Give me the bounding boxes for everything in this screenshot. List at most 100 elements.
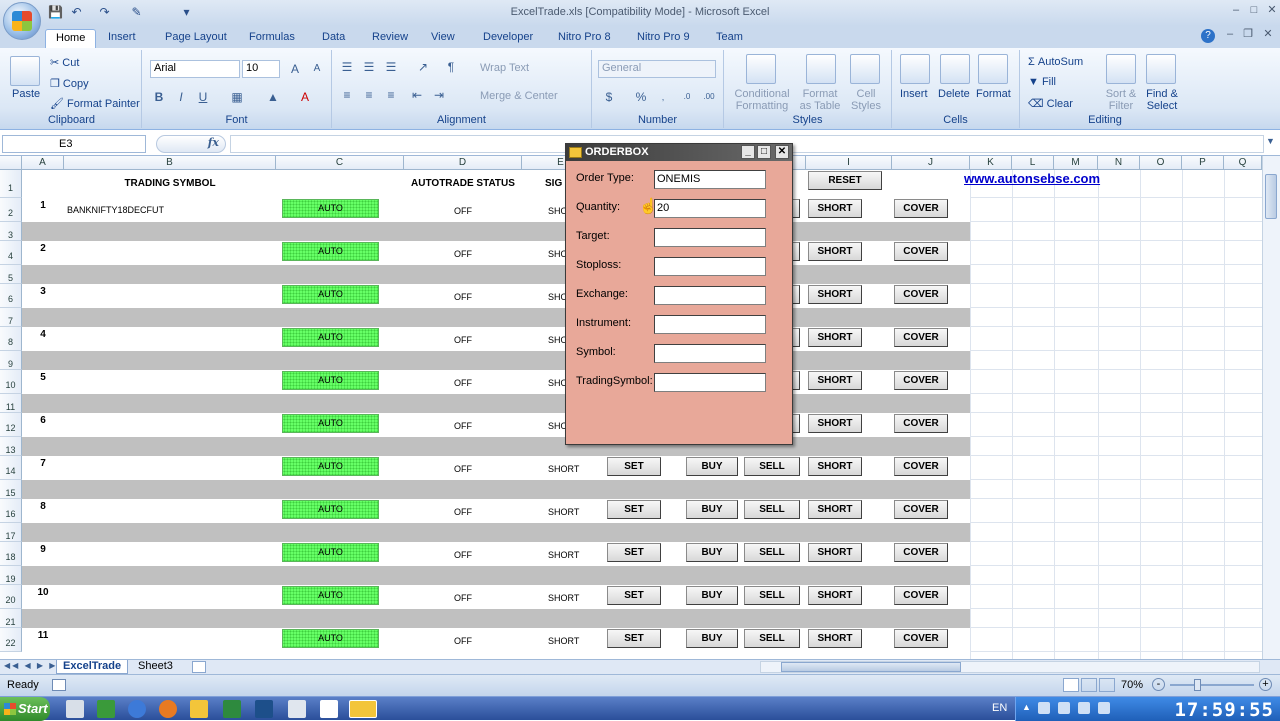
auto-toggle-button[interactable]: AUTO xyxy=(282,500,379,519)
sort-filter-button[interactable]: Sort & Filter xyxy=(1102,88,1140,112)
set-button[interactable]: SET xyxy=(607,500,661,519)
column-header-l[interactable]: L xyxy=(1012,156,1054,170)
format-as-table-button[interactable]: Format as Table xyxy=(796,88,844,112)
column-header-a[interactable]: A xyxy=(22,156,64,170)
macro-record-icon[interactable] xyxy=(52,679,66,691)
row-header-17[interactable]: 17 xyxy=(0,523,22,542)
sheet-tab-exceltrade[interactable]: ExcelTrade xyxy=(56,660,129,674)
text-direction-icon[interactable]: ¶ xyxy=(442,58,460,76)
auto-toggle-button[interactable]: AUTO xyxy=(282,414,379,433)
decrease-decimal-icon[interactable]: .00 xyxy=(700,88,718,106)
auto-toggle-button[interactable]: AUTO xyxy=(282,457,379,476)
office-button[interactable] xyxy=(3,2,41,40)
decrease-indent-icon[interactable]: ⇤ xyxy=(408,86,426,104)
cover-button[interactable]: COVER xyxy=(894,586,948,605)
increase-indent-icon[interactable]: ⇥ xyxy=(430,86,448,104)
cover-button[interactable]: COVER xyxy=(894,500,948,519)
row-header-8[interactable]: 8 xyxy=(0,327,22,351)
short-button[interactable]: SHORT xyxy=(808,414,862,433)
column-header-j[interactable]: J xyxy=(892,156,970,170)
redo-icon[interactable]: ↷ xyxy=(96,4,113,21)
select-all-corner[interactable] xyxy=(0,156,22,170)
row-header-9[interactable]: 9 xyxy=(0,351,22,370)
row-header-5[interactable]: 5 xyxy=(0,265,22,284)
column-header-d[interactable]: D xyxy=(404,156,522,170)
tab-view[interactable]: View xyxy=(421,29,465,48)
format-painter-button[interactable]: 🖌 Format Painter xyxy=(50,97,140,110)
tab-data[interactable]: Data xyxy=(312,29,355,48)
delete-cells-button[interactable]: Delete xyxy=(938,88,970,100)
insert-sheet-icon[interactable] xyxy=(192,661,206,673)
shrink-font-icon[interactable]: A xyxy=(308,60,326,78)
trading-symbol-cell[interactable]: BANKNIFTY18DECFUT xyxy=(67,205,164,215)
font-color-icon[interactable]: A xyxy=(296,88,314,106)
page-break-view-icon[interactable] xyxy=(1099,678,1115,692)
column-header-m[interactable]: M xyxy=(1054,156,1098,170)
column-header-b[interactable]: B xyxy=(64,156,276,170)
cell-styles-button[interactable]: Cell Styles xyxy=(848,88,884,112)
cover-button[interactable]: COVER xyxy=(894,199,948,218)
row-header-11[interactable]: 11 xyxy=(0,394,22,413)
short-button[interactable]: SHORT xyxy=(808,543,862,562)
tab-insert[interactable]: Insert xyxy=(98,29,146,48)
auto-toggle-button[interactable]: AUTO xyxy=(282,371,379,390)
fill-button[interactable]: ▼ Fill xyxy=(1028,76,1056,88)
row-header-16[interactable]: 16 xyxy=(0,499,22,523)
cut-button[interactable]: ✂ Cut xyxy=(50,56,79,69)
buy-button[interactable]: BUY xyxy=(686,586,738,605)
ribbon-minimize-icon[interactable]: – xyxy=(1222,28,1238,42)
language-indicator[interactable]: EN xyxy=(992,702,1007,714)
row-header-18[interactable]: 18 xyxy=(0,542,22,566)
input-symbol[interactable] xyxy=(654,344,766,363)
power-icon[interactable] xyxy=(1098,702,1110,714)
sheet-tab-sheet3[interactable]: Sheet3 xyxy=(132,660,179,674)
orderbox-minimize-icon[interactable]: _ xyxy=(741,145,755,159)
orderbox-close-icon[interactable]: ✕ xyxy=(775,145,789,159)
taskbar-clock[interactable]: 17:59:55 xyxy=(1174,699,1274,721)
row-header-2[interactable]: 2 xyxy=(0,198,22,222)
row-header-6[interactable]: 6 xyxy=(0,284,22,308)
currency-icon[interactable]: $ xyxy=(600,88,618,106)
conditional-formatting-button[interactable]: Conditional Formatting xyxy=(734,88,790,112)
row-header-10[interactable]: 10 xyxy=(0,370,22,394)
align-middle-icon[interactable]: ☰ xyxy=(360,58,378,76)
volume-icon[interactable] xyxy=(1078,702,1090,714)
buy-button[interactable]: BUY xyxy=(686,457,738,476)
format-cells-button[interactable]: Format xyxy=(976,88,1011,100)
cover-button[interactable]: COVER xyxy=(894,543,948,562)
merge-center-button[interactable]: Merge & Center xyxy=(480,90,558,102)
vertical-scrollbar[interactable] xyxy=(1262,156,1280,659)
tab-formulas[interactable]: Formulas xyxy=(239,29,305,48)
auto-toggle-button[interactable]: AUTO xyxy=(282,199,379,218)
row-header-4[interactable]: 4 xyxy=(0,241,22,265)
tab-nitro-pro-8[interactable]: Nitro Pro 8 xyxy=(548,29,621,48)
row-header-1[interactable]: 1 xyxy=(0,170,22,198)
autosum-button[interactable]: Σ AutoSum xyxy=(1028,56,1083,68)
cover-button[interactable]: COVER xyxy=(894,285,948,304)
close-icon[interactable]: ✕ xyxy=(1264,4,1280,18)
cover-button[interactable]: COVER xyxy=(894,414,948,433)
ribbon-restore-icon[interactable]: ❐ xyxy=(1240,28,1256,42)
ribbon-close-icon[interactable]: ✕ xyxy=(1260,28,1276,42)
cover-button[interactable]: COVER xyxy=(894,457,948,476)
grow-font-icon[interactable]: A xyxy=(286,60,304,78)
fill-color-icon[interactable]: ▲ xyxy=(264,88,282,106)
short-button[interactable]: SHORT xyxy=(808,371,862,390)
cover-button[interactable]: COVER xyxy=(894,371,948,390)
name-box[interactable]: E3 xyxy=(2,135,146,153)
insert-cells-button[interactable]: Insert xyxy=(900,88,928,100)
short-button[interactable]: SHORT xyxy=(808,285,862,304)
cover-button[interactable]: COVER xyxy=(894,629,948,648)
short-button[interactable]: SHORT xyxy=(808,199,862,218)
align-top-icon[interactable]: ☰ xyxy=(338,58,356,76)
tab-nitro-pro-9[interactable]: Nitro Pro 9 xyxy=(627,29,700,48)
buy-button[interactable]: BUY xyxy=(686,500,738,519)
set-button[interactable]: SET xyxy=(607,543,661,562)
input-tradingsymbol[interactable] xyxy=(654,373,766,392)
cover-button[interactable]: COVER xyxy=(894,242,948,261)
sell-button[interactable]: SELL xyxy=(744,500,800,519)
undo-icon[interactable]: ↶ xyxy=(68,4,85,21)
horizontal-scrollbar[interactable] xyxy=(760,661,1260,673)
font-size-select[interactable]: 10 xyxy=(242,60,280,78)
column-header-k[interactable]: K xyxy=(970,156,1012,170)
